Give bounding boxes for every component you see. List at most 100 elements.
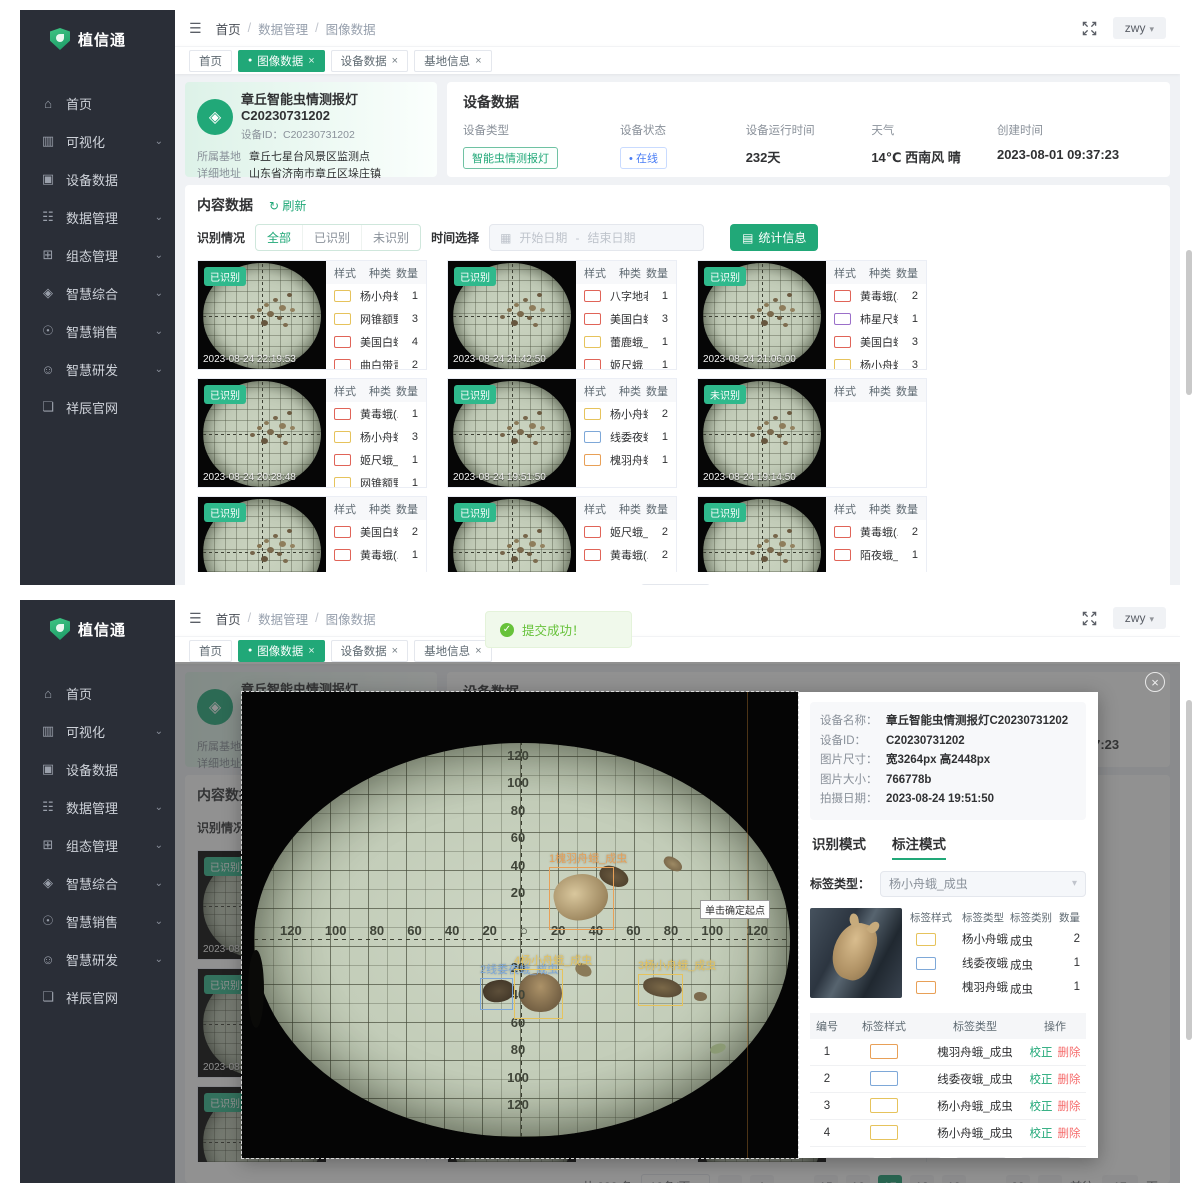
annotation-box[interactable]: 3杨小舟蛾_成虫 bbox=[638, 957, 716, 1006]
page-button[interactable]: 17 bbox=[878, 585, 902, 586]
sidebar-item[interactable]: ☷ 数据管理 ⌄ bbox=[20, 198, 175, 236]
trap-image[interactable]: 已识别 2023-08-24 19:51:50 bbox=[448, 379, 576, 487]
fullscreen-icon[interactable] bbox=[1082, 21, 1097, 36]
page-button[interactable]: 15 bbox=[814, 585, 838, 586]
filter-option[interactable]: 未识别 bbox=[362, 225, 420, 250]
delete-link[interactable]: 删除 bbox=[1058, 1047, 1081, 1059]
sidebar-item[interactable]: ⌂ 首页 ⌄ bbox=[20, 674, 175, 712]
close-icon[interactable]: × bbox=[1145, 672, 1165, 692]
sidebar-item[interactable]: ☷ 数据管理 ⌄ bbox=[20, 788, 175, 826]
prev-page-button[interactable]: ‹ bbox=[718, 585, 742, 586]
page-scrollbar[interactable] bbox=[1186, 250, 1192, 395]
sidebar-item[interactable]: ▣ 设备数据 ⌄ bbox=[20, 160, 175, 198]
trap-image[interactable]: 未识别 2023-08-24 19:14:50 bbox=[698, 379, 826, 487]
close-icon[interactable]: × bbox=[308, 55, 314, 67]
trap-image[interactable]: 已识别 2023-08-24 21:42:50 bbox=[448, 261, 576, 369]
sidebar-item[interactable]: ☺ 智慧研发 ⌄ bbox=[20, 940, 175, 978]
image-card[interactable]: 未识别 2023-08-24 19:14:50 样式 种类 数量 bbox=[697, 378, 927, 488]
sidebar-item[interactable]: ☺ 智慧研发 ⌄ bbox=[20, 350, 175, 388]
delete-link[interactable]: 删除 bbox=[1058, 1128, 1081, 1140]
trap-image[interactable]: 已识别 2023-08-24 20:28:48 bbox=[198, 379, 326, 487]
breadcrumb-data-management[interactable]: 数据管理 bbox=[258, 19, 308, 38]
sidebar-item[interactable]: ⊞ 组态管理 ⌄ bbox=[20, 826, 175, 864]
page-button[interactable]: 1 bbox=[750, 585, 774, 586]
filter-option[interactable]: 已识别 bbox=[303, 225, 362, 250]
sidebar-item[interactable]: ▥ 可视化 ⌄ bbox=[20, 712, 175, 750]
image-card[interactable]: 已识别 样式 种类 数量 bbox=[447, 496, 677, 572]
trap-image[interactable]: 已识别 2023-08-24 22:19:53 bbox=[198, 261, 326, 369]
sidebar-item[interactable]: ⊞ 组态管理 ⌄ bbox=[20, 236, 175, 274]
label-type-select[interactable]: 杨小舟蛾_成虫 ▾ bbox=[880, 871, 1086, 897]
trap-image[interactable]: 已识别 bbox=[698, 497, 826, 572]
sidebar-item[interactable]: ⌂ 首页 ⌄ bbox=[20, 84, 175, 122]
fullscreen-icon[interactable] bbox=[1082, 611, 1097, 626]
close-icon[interactable]: × bbox=[475, 55, 481, 67]
delete-link[interactable]: 删除 bbox=[1058, 1074, 1081, 1086]
tab[interactable]: ● 基地信息 × bbox=[414, 640, 491, 662]
sidebar-item[interactable]: ☉ 智慧销售 ⌄ bbox=[20, 312, 175, 350]
tab[interactable]: ● 设备数据 × bbox=[331, 50, 408, 72]
page-button[interactable]: 19 bbox=[942, 585, 966, 586]
sidebar-item[interactable]: ◈ 智慧综合 ⌄ bbox=[20, 274, 175, 312]
image-card[interactable]: 已识别 2023-08-24 22:19:53 样式 种类 数量 bbox=[197, 260, 427, 370]
sidebar-item[interactable]: ☉ 智慧销售 ⌄ bbox=[20, 902, 175, 940]
collapse-sidebar-icon[interactable]: ☰ bbox=[189, 20, 202, 37]
breadcrumb-home[interactable]: 首页 bbox=[216, 19, 241, 38]
refresh-button[interactable]: ↻ 刷新 bbox=[269, 197, 306, 214]
trap-image[interactable]: 已识别 2023-08-24 21:06:00 bbox=[698, 261, 826, 369]
delete-link[interactable]: 删除 bbox=[1058, 1101, 1081, 1113]
sidebar-item[interactable]: ▣ 设备数据 ⌄ bbox=[20, 750, 175, 788]
close-icon[interactable]: × bbox=[308, 645, 314, 657]
close-icon[interactable]: × bbox=[475, 645, 481, 657]
image-card[interactable]: 已识别 2023-08-24 21:42:50 样式 种类 数量 bbox=[447, 260, 677, 370]
sidebar-item[interactable]: ❏ 祥辰官网 ⌄ bbox=[20, 978, 175, 1016]
page-button[interactable]: ••• bbox=[782, 585, 806, 586]
page-button[interactable]: 29 bbox=[1006, 585, 1030, 586]
next-page-button[interactable]: › bbox=[1038, 585, 1062, 586]
sidebar-item[interactable]: ▥ 可视化 ⌄ bbox=[20, 122, 175, 160]
tool-button[interactable]: 放大 bbox=[824, 1157, 876, 1158]
page-button[interactable]: ••• bbox=[974, 585, 998, 586]
tab[interactable]: ● 设备数据 × bbox=[331, 640, 408, 662]
tool-button[interactable]: 隐藏 bbox=[1020, 1157, 1072, 1158]
close-icon[interactable]: × bbox=[392, 55, 398, 67]
correct-link[interactable]: 校正 bbox=[1030, 1047, 1053, 1059]
sidebar-item[interactable]: ❏ 祥辰官网 ⌄ bbox=[20, 388, 175, 426]
filter-option[interactable]: 全部 bbox=[256, 225, 303, 250]
user-menu[interactable]: zwy▾ bbox=[1113, 607, 1166, 629]
stats-button[interactable]: ▤统计信息 bbox=[730, 224, 818, 251]
image-card[interactable]: 已识别 2023-08-24 20:28:48 样式 种类 数量 bbox=[197, 378, 427, 488]
image-card[interactable]: 已识别 样式 种类 数量 bbox=[697, 496, 927, 572]
tool-button[interactable]: 平移 bbox=[955, 1157, 1007, 1158]
trap-image[interactable]: 已识别 bbox=[448, 497, 576, 572]
page-button[interactable]: 18 bbox=[910, 585, 934, 586]
sidebar-item[interactable]: ◈ 智慧综合 ⌄ bbox=[20, 864, 175, 902]
image-card[interactable]: 已识别 2023-08-24 21:06:00 样式 种类 数量 bbox=[697, 260, 927, 370]
goto-page-input[interactable]: 17 bbox=[1102, 585, 1138, 586]
page-size-select[interactable]: 12条/页▾ bbox=[641, 584, 710, 585]
breadcrumb-data-management[interactable]: 数据管理 bbox=[258, 609, 308, 628]
close-icon[interactable]: × bbox=[392, 645, 398, 657]
annotation-box[interactable]: 1槐羽舟蛾_成虫 bbox=[549, 850, 627, 930]
user-menu[interactable]: zwy▾ bbox=[1113, 17, 1166, 39]
tab-annotation-mode[interactable]: 标注模式 bbox=[892, 833, 946, 860]
date-range-input[interactable]: ▦ 开始日期 - 结束日期 bbox=[489, 224, 704, 251]
page-scrollbar[interactable] bbox=[1186, 700, 1192, 1040]
annotation-box[interactable]: 4杨小舟蛾_成虫 bbox=[514, 952, 592, 1019]
tab-recognition-mode[interactable]: 识别模式 bbox=[812, 833, 866, 860]
tab[interactable]: ● 图像数据 × bbox=[238, 50, 325, 72]
tab[interactable]: ● 首页 × bbox=[189, 640, 232, 662]
page-button[interactable]: 16 bbox=[846, 585, 870, 586]
annotation-canvas[interactable]: 12010080604020 ○ 20406080100120 12010080… bbox=[242, 692, 798, 1158]
image-card[interactable]: 已识别 样式 种类 数量 bbox=[197, 496, 427, 572]
tab[interactable]: ● 图像数据 × bbox=[238, 640, 325, 662]
breadcrumb-home[interactable]: 首页 bbox=[216, 609, 241, 628]
correct-link[interactable]: 校正 bbox=[1030, 1101, 1053, 1113]
tab[interactable]: ● 基地信息 × bbox=[414, 50, 491, 72]
tool-button[interactable]: 缩小 bbox=[889, 1157, 941, 1158]
image-card[interactable]: 已识别 2023-08-24 19:51:50 样式 种类 数量 bbox=[447, 378, 677, 488]
correct-link[interactable]: 校正 bbox=[1030, 1128, 1053, 1140]
trap-image[interactable]: 已识别 bbox=[198, 497, 326, 572]
collapse-sidebar-icon[interactable]: ☰ bbox=[189, 610, 202, 627]
correct-link[interactable]: 校正 bbox=[1030, 1074, 1053, 1086]
